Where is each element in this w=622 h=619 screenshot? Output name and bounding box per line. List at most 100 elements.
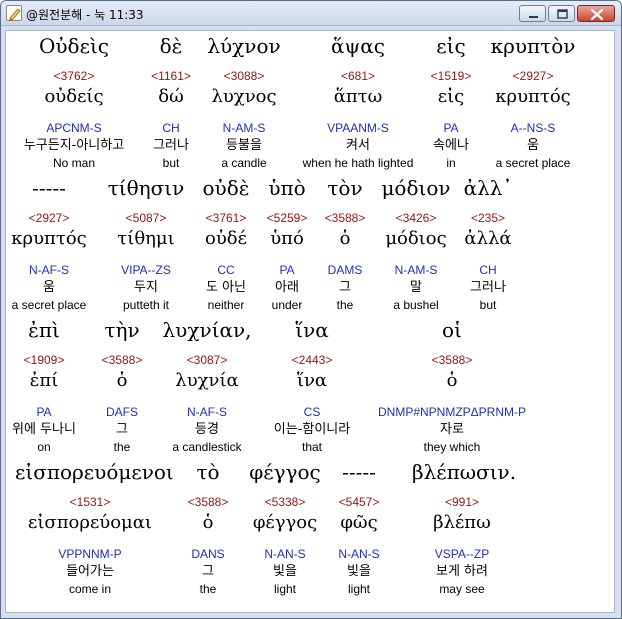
lemma: ὁ — [116, 370, 128, 391]
lemma: ἀλλά — [464, 228, 512, 249]
word-column[interactable]: τίθησιν <5087> τίθημι VIPA--ZS 두지 putteth it — [101, 173, 191, 313]
english-gloss: when he hath lighted — [302, 156, 414, 170]
strong-number[interactable]: <3761> — [186, 209, 266, 227]
parse-code: N-AN-S — [338, 547, 380, 561]
strong-number[interactable]: <5457> — [329, 493, 389, 511]
strong-number[interactable]: <3588> — [92, 351, 152, 369]
strong-number[interactable]: <1531> — [15, 493, 165, 511]
maximize-button[interactable] — [548, 5, 575, 22]
greek-word: μόδιον — [381, 176, 451, 200]
word-column[interactable]: λυχνίαν, <3087> λυχνία N-AF-S 등경 a candlestic… — [152, 315, 262, 455]
parse-code: VPPNNM-P — [58, 547, 122, 561]
title-bar[interactable]: @원전분해 - 눅 11:33 — [1, 1, 621, 26]
greek-word: Οὐδεὶς — [39, 34, 109, 58]
english-gloss: but — [479, 298, 497, 312]
word-column[interactable]: λύχνον <3088> λυχνος N-AM-S 등불을 a candle — [189, 31, 299, 171]
english-gloss: in — [446, 156, 456, 170]
english-gloss: they which — [423, 440, 481, 454]
lemma: ὁ — [202, 512, 214, 533]
greek-word: οὐδὲ — [202, 176, 250, 200]
korean-gloss: 그 — [339, 280, 351, 295]
word-column[interactable]: ----- <5457> φῶς N-AN-S 빛을 light — [329, 457, 389, 597]
strong-number[interactable]: <3588> — [367, 351, 537, 369]
english-gloss: No man — [52, 156, 96, 170]
strong-number[interactable]: <681> — [293, 67, 423, 85]
parse-code: DNMP#NPNMZPΔPRNM-P — [377, 405, 527, 419]
greek-word: ----- — [342, 460, 376, 484]
bible-app-icon[interactable] — [6, 5, 22, 21]
lemma: εἰς — [437, 86, 465, 107]
strong-number[interactable]: <5338> — [245, 493, 325, 511]
strong-number[interactable]: <235> — [458, 209, 518, 227]
english-gloss: a secret place — [11, 298, 87, 312]
strong-number[interactable]: <3088> — [189, 67, 299, 85]
strong-number[interactable]: <5259> — [257, 209, 317, 227]
lemma: ὁ — [339, 228, 351, 249]
lemma: ὁ — [446, 370, 458, 391]
word-column[interactable]: ἀλλ᾽ <235> ἀλλά CH 그러나 but — [458, 173, 518, 313]
strong-number[interactable]: <3588> — [315, 209, 375, 227]
strong-number[interactable]: <3087> — [152, 351, 262, 369]
close-icon — [590, 8, 604, 21]
interlinear-panel[interactable]: Οὐδεὶς <3762> οὐδείς APCNM-S 누구든지-아니하고 No man… — [5, 30, 615, 613]
word-column[interactable]: ἵνα <2443> ἵνα CS 이는-함이니라 that — [262, 315, 362, 455]
strong-number[interactable]: <1519> — [421, 67, 481, 85]
lemma: ἐπί — [29, 370, 59, 391]
english-gloss: on — [37, 440, 51, 454]
word-column[interactable]: τὸ <3588> ὁ DANS 그 the — [178, 457, 238, 597]
greek-word: ἅψας — [331, 34, 385, 58]
strong-number[interactable]: <991> — [412, 493, 512, 511]
word-column[interactable]: ----- <2927> κρυπτός N-AF-S 움 a secret place — [1, 173, 114, 313]
strong-number[interactable]: <1909> — [1, 351, 89, 369]
greek-word: ἐπὶ — [28, 318, 60, 342]
english-gloss: the — [336, 298, 354, 312]
word-column[interactable]: ἅψας <681> ἅπτω VPAANM-S 켜서 when he hath ligh… — [293, 31, 423, 171]
parse-code: CH — [479, 263, 497, 277]
lemma: μόδιος — [385, 228, 447, 249]
greek-word: κρυπτὸν — [490, 34, 576, 58]
korean-gloss: 이는-함이니라 — [273, 422, 351, 437]
word-column[interactable]: οἱ <3588> ὁ DNMP#NPNMZPΔPRNM-P 자로 they which — [367, 315, 537, 455]
close-button[interactable] — [577, 5, 615, 22]
word-column[interactable]: εἰς <1519> εἰς PA 속에나 in — [421, 31, 481, 171]
strong-number[interactable]: <2927> — [478, 67, 588, 85]
parse-code: N-AF-S — [29, 263, 69, 277]
korean-gloss: 누구든지-아니하고 — [23, 138, 125, 153]
word-column[interactable]: τὸν <3588> ὁ DAMS 그 the — [315, 173, 375, 313]
greek-word: λυχνίαν, — [162, 318, 252, 342]
korean-gloss: 등불을 — [226, 138, 262, 153]
word-column[interactable]: ὑπὸ <5259> ὑπό PA 아래 under — [257, 173, 317, 313]
window-title: @원전분해 - 눅 11:33 — [26, 8, 144, 22]
word-column[interactable]: τὴν <3588> ὁ DAFS 그 the — [92, 315, 152, 455]
korean-gloss: 도 아닌 — [205, 280, 246, 295]
strong-number[interactable]: <3426> — [371, 209, 461, 227]
word-column[interactable]: μόδιον <3426> μόδιος N-AM-S 말 a bushel — [371, 173, 461, 313]
lemma: λυχνος — [211, 86, 277, 107]
english-gloss: a bushel — [393, 298, 439, 312]
greek-word: ὑπὸ — [268, 176, 306, 200]
word-column[interactable]: Οὐδεὶς <3762> οὐδείς APCNM-S 누구든지-아니하고 No man — [9, 31, 139, 171]
korean-gloss: 속에나 — [433, 138, 469, 153]
word-column[interactable]: οὐδὲ <3761> οὐδέ CC 도 아닌 neither — [186, 173, 266, 313]
word-column[interactable]: κρυπτὸν <2927> κρυπτός A--NS-S 움 a secret pla… — [478, 31, 588, 171]
word-column[interactable]: ἐπὶ <1909> ἐπί PA 위에 두나니 on — [1, 315, 89, 455]
parse-code: A--NS-S — [510, 121, 556, 135]
strong-number[interactable]: <5087> — [101, 209, 191, 227]
strong-number[interactable]: <2443> — [262, 351, 362, 369]
greek-word: τὸν — [327, 176, 363, 200]
parse-code: N-AM-S — [222, 121, 266, 135]
strong-number[interactable]: <3762> — [9, 67, 139, 85]
greek-word: εἰς — [436, 34, 466, 58]
lemma: ὑπό — [270, 228, 304, 249]
english-gloss: light — [273, 582, 296, 596]
korean-gloss: 빛을 — [347, 564, 371, 579]
lemma: εἰσπορεύομαι — [28, 512, 152, 533]
english-gloss: light — [347, 582, 370, 596]
word-column[interactable]: φέγγος <5338> φέγγος N-AN-S 빛을 light — [245, 457, 325, 597]
strong-number[interactable]: <3588> — [178, 493, 238, 511]
word-column[interactable]: βλέπωσιν. <991> βλέπω VSPA--ZP 보게 하려 may see — [412, 457, 516, 597]
word-column[interactable]: εἰσπορευόμενοι <1531> εἰσπορεύομαι VPPNNM-P… — [15, 457, 174, 597]
english-gloss: that — [301, 440, 322, 454]
strong-number[interactable]: <2927> — [1, 209, 114, 227]
minimize-button[interactable] — [519, 5, 546, 22]
